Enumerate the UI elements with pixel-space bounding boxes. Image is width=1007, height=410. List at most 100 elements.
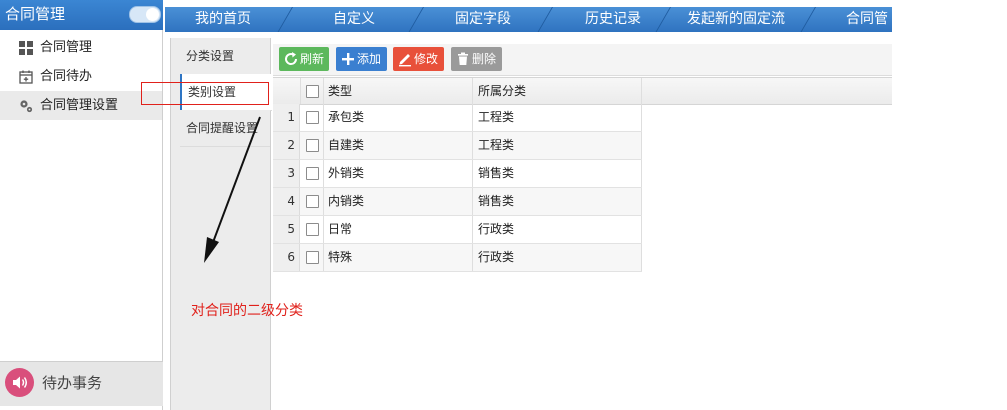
- table-row[interactable]: 6 特殊 行政类: [273, 244, 642, 272]
- nav-tab-history[interactable]: 历史记录: [585, 7, 641, 32]
- row-number: 6: [273, 244, 300, 271]
- edit-button[interactable]: 修改: [393, 47, 444, 71]
- gears-icon: [20, 100, 33, 113]
- speaker-icon: [5, 368, 34, 397]
- column-divider: [641, 132, 642, 159]
- sidebar-item-contract-todo[interactable]: 合同待办: [0, 62, 163, 91]
- sidebar-item-contract-management[interactable]: 合同管理: [0, 33, 163, 62]
- nav-separator: [275, 7, 293, 32]
- column-divider: [472, 188, 473, 215]
- column-divider: [472, 244, 473, 271]
- row-checkbox[interactable]: [306, 251, 319, 264]
- highlight-box: [141, 82, 269, 105]
- delete-label: 删除: [472, 52, 497, 66]
- column-divider: [323, 244, 324, 271]
- add-button[interactable]: 添加: [336, 47, 387, 71]
- plus-icon: [342, 53, 354, 65]
- column-divider: [323, 104, 324, 131]
- sidebar-item-label: 合同管理设置: [40, 98, 119, 113]
- top-navigation: 我的首页 自定义 固定字段 历史记录 发起新的固定流 合同管: [165, 7, 892, 32]
- nav-separator: [535, 7, 553, 32]
- column-divider: [641, 160, 642, 187]
- sidebar-item-label: 合同管理: [40, 40, 93, 55]
- nav-tab-custom[interactable]: 自定义: [333, 7, 375, 32]
- table-row[interactable]: 1 承包类 工程类: [273, 104, 642, 132]
- sidebar-menu: 合同管理 合同待办 合同管理设置: [0, 33, 163, 123]
- cell-category: 销售类: [478, 194, 515, 208]
- sidebar-item-label: 合同待办: [40, 69, 93, 84]
- column-divider: [323, 216, 324, 243]
- column-divider: [641, 244, 642, 271]
- annotation-text: 对合同的二级分类: [191, 303, 303, 319]
- row-checkbox[interactable]: [306, 223, 319, 236]
- cell-category: 工程类: [478, 138, 515, 152]
- subtab-category-settings[interactable]: 分类设置: [180, 38, 270, 75]
- select-all-checkbox[interactable]: [306, 85, 319, 98]
- column-divider: [323, 78, 324, 104]
- todo-label[interactable]: 待办事务: [42, 373, 102, 393]
- annotation-arrow: [204, 116, 261, 263]
- column-header-category[interactable]: 所属分类: [478, 78, 526, 104]
- column-divider: [323, 188, 324, 215]
- cell-type: 自建类: [328, 138, 365, 152]
- column-divider: [300, 78, 301, 104]
- row-number: 2: [273, 132, 300, 159]
- edit-label: 修改: [414, 52, 439, 66]
- refresh-label: 刷新: [300, 52, 325, 66]
- row-number: 5: [273, 216, 300, 243]
- toggle-knob: [146, 8, 159, 21]
- column-divider: [472, 160, 473, 187]
- nav-separator: [406, 7, 424, 32]
- table-row[interactable]: 5 日常 行政类: [273, 216, 642, 244]
- cell-type: 外销类: [328, 166, 365, 180]
- column-divider: [472, 132, 473, 159]
- row-number: 1: [273, 104, 300, 131]
- add-label: 添加: [357, 52, 382, 66]
- column-divider: [641, 78, 642, 104]
- nav-separator: [798, 7, 816, 32]
- delete-button[interactable]: 删除: [451, 47, 502, 71]
- column-divider: [323, 160, 324, 187]
- cell-type: 日常: [328, 222, 353, 236]
- column-divider: [472, 104, 473, 131]
- cell-category: 行政类: [478, 222, 515, 236]
- pencil-icon: [399, 54, 411, 67]
- column-header-type[interactable]: 类型: [328, 78, 352, 104]
- trash-icon: [458, 52, 468, 65]
- table-row[interactable]: 4 内销类 销售类: [273, 188, 642, 216]
- row-number: 3: [273, 160, 300, 187]
- grid-icon: [19, 41, 33, 55]
- column-divider: [472, 216, 473, 243]
- subtab-label: 分类设置: [186, 49, 235, 63]
- sidebar-title: 合同管理: [5, 5, 66, 23]
- calendar-add-icon: [19, 70, 33, 84]
- cell-category: 销售类: [478, 166, 515, 180]
- row-checkbox[interactable]: [306, 111, 319, 124]
- cell-type: 承包类: [328, 110, 365, 124]
- row-checkbox[interactable]: [306, 139, 319, 152]
- sidebar-item-contract-settings[interactable]: 合同管理设置: [0, 91, 163, 120]
- row-checkbox[interactable]: [306, 195, 319, 208]
- cell-type: 内销类: [328, 194, 365, 208]
- nav-tab-contract[interactable]: 合同管: [846, 7, 888, 32]
- column-divider: [472, 78, 473, 104]
- grid-header: 类型 所属分类: [273, 77, 892, 105]
- refresh-icon: [285, 52, 298, 65]
- nav-tab-new-fixed-flow[interactable]: 发起新的固定流: [687, 7, 785, 32]
- nav-tab-home[interactable]: 我的首页: [195, 7, 251, 32]
- nav-tab-fixed-fields[interactable]: 固定字段: [455, 7, 511, 32]
- cell-category: 行政类: [478, 250, 515, 264]
- refresh-button[interactable]: 刷新: [279, 47, 329, 71]
- column-divider: [323, 132, 324, 159]
- row-checkbox[interactable]: [306, 167, 319, 180]
- column-divider: [641, 216, 642, 243]
- table-row[interactable]: 3 外销类 销售类: [273, 160, 642, 188]
- cell-type: 特殊: [328, 250, 353, 264]
- cell-category: 工程类: [478, 110, 515, 124]
- row-number: 4: [273, 188, 300, 215]
- nav-separator: [653, 7, 671, 32]
- sidebar-toggle[interactable]: [129, 6, 161, 23]
- column-divider: [641, 188, 642, 215]
- column-divider: [641, 104, 642, 131]
- table-row[interactable]: 2 自建类 工程类: [273, 132, 642, 160]
